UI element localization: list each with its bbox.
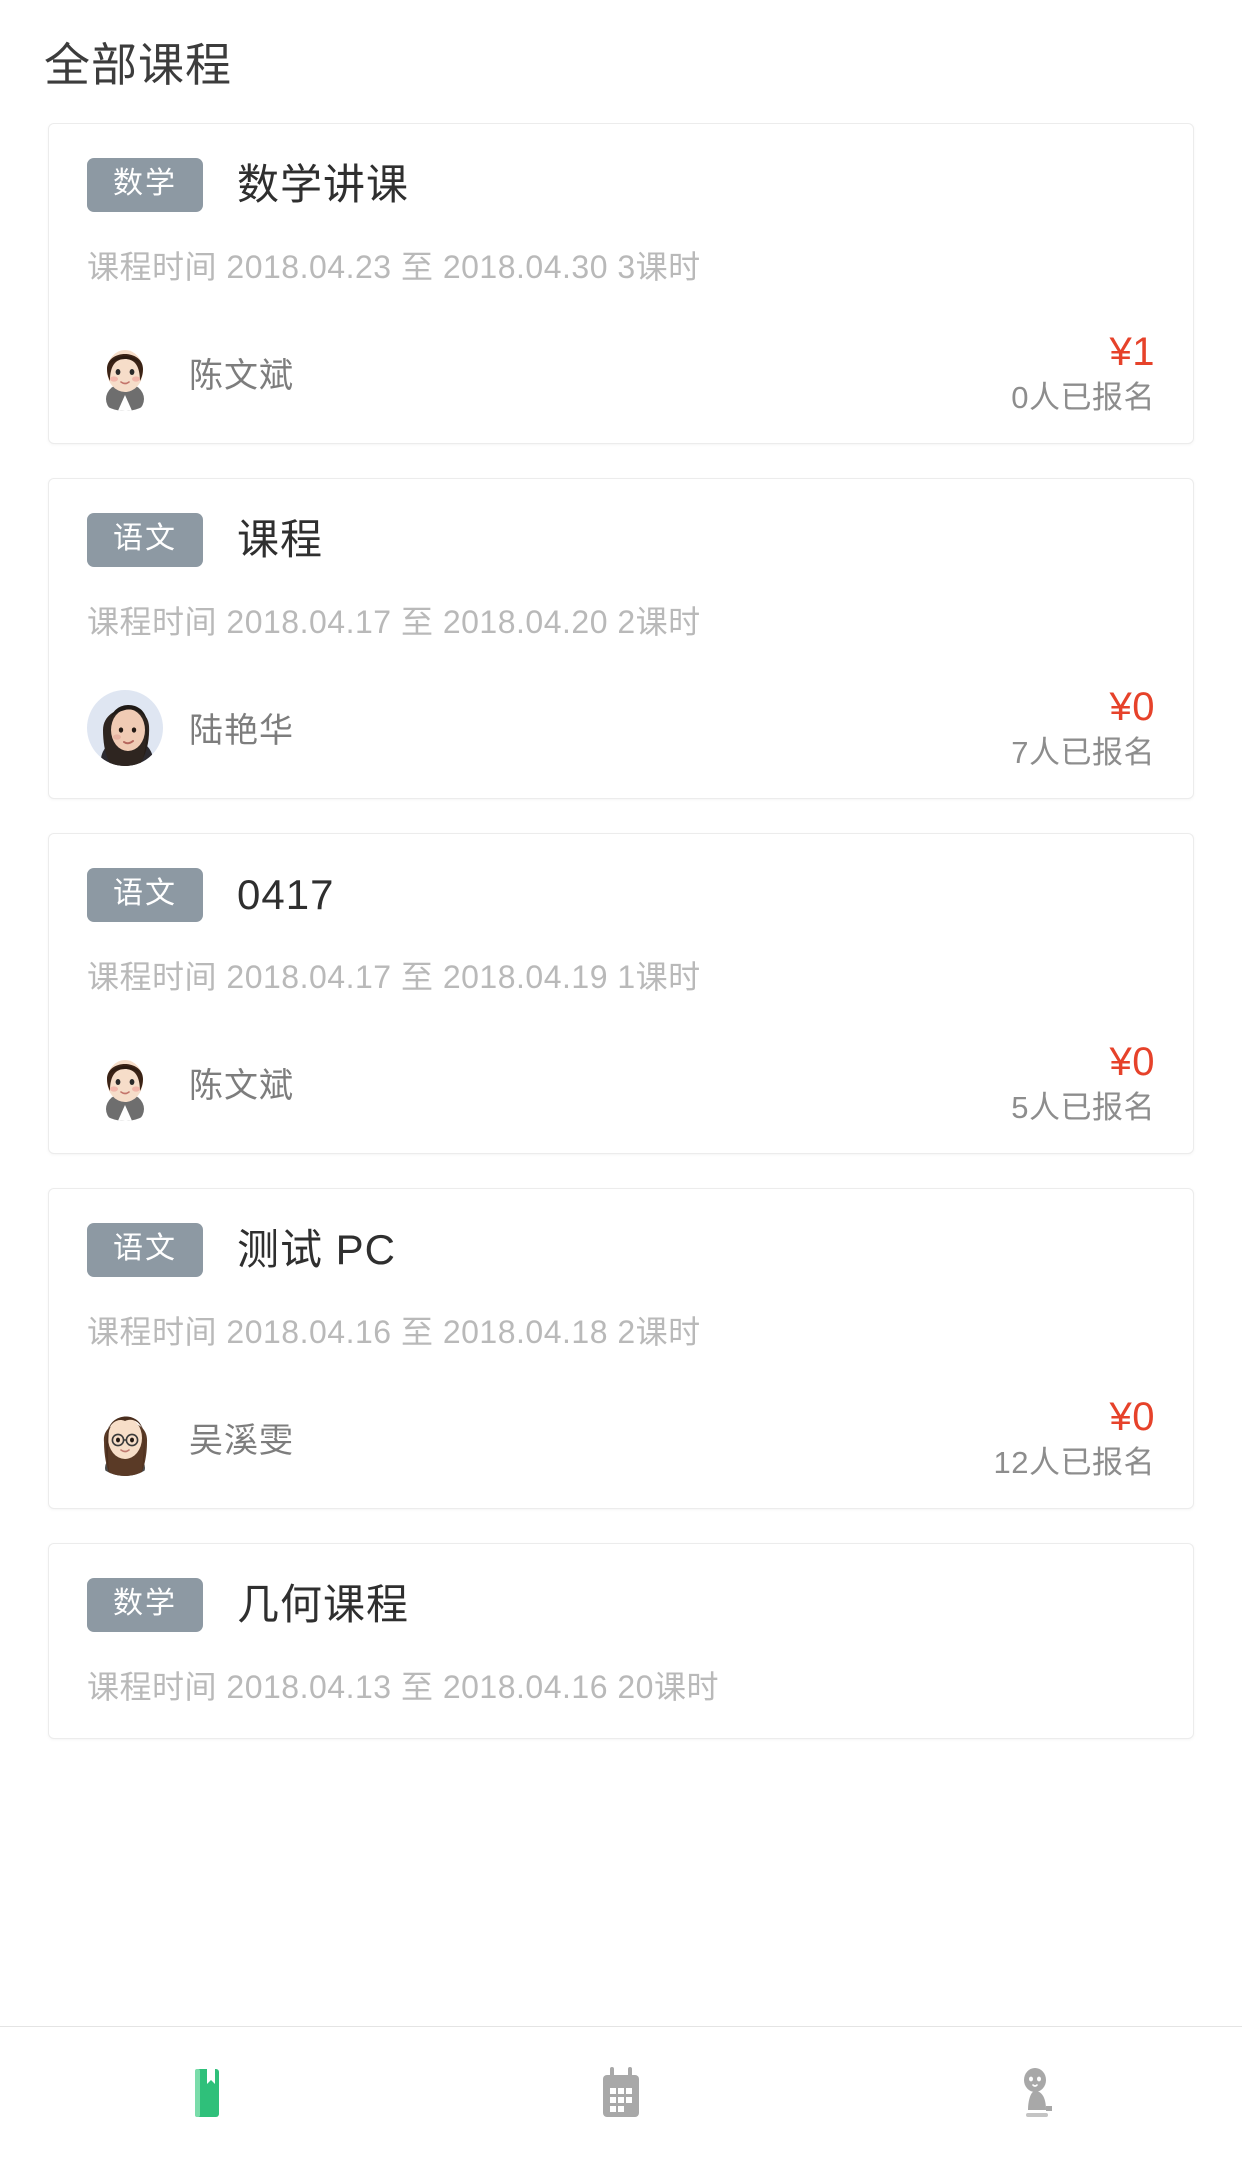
course-price: ¥1 xyxy=(1109,330,1155,375)
course-title: 测试 PC xyxy=(237,1227,397,1274)
course-card-footer: 陈文斌 ¥0 5人已报名 xyxy=(87,1042,1155,1123)
price-block: ¥0 7人已报名 xyxy=(1011,687,1155,768)
subject-tag: 数学 xyxy=(87,158,203,213)
course-card-footer: 陆艳华 ¥0 7人已报名 xyxy=(87,687,1155,768)
course-title: 0417 xyxy=(237,872,335,919)
course-card-footer: 吴溪雯 ¥0 12人已报名 xyxy=(87,1397,1155,1478)
tab-courses[interactable] xyxy=(0,2027,414,2158)
course-card-header: 数学 几何课程 xyxy=(87,1578,1155,1633)
course-time: 课程时间 2018.04.16 至 2018.04.18 2课时 xyxy=(87,1314,701,1351)
subject-tag: 语文 xyxy=(87,513,203,568)
enrolled-count: 5人已报名 xyxy=(1011,1090,1155,1126)
page-title: 全部课程 xyxy=(44,39,232,91)
cartoon-bob-hair-avatar xyxy=(87,335,163,411)
course-price: ¥0 xyxy=(1109,1040,1155,1085)
teacher-name: 陆艳华 xyxy=(189,712,294,751)
course-time: 课程时间 2018.04.17 至 2018.04.19 1课时 xyxy=(87,959,701,996)
cartoon-long-hair-glasses-avatar xyxy=(87,1400,163,1476)
photo-portrait-avatar xyxy=(87,689,163,766)
course-time: 课程时间 2018.04.17 至 2018.04.20 2课时 xyxy=(87,604,701,641)
price-block: ¥1 0人已报名 xyxy=(1011,332,1155,413)
course-card-header: 语文 测试 PC xyxy=(87,1223,1155,1278)
teacher-name: 陈文斌 xyxy=(189,1067,294,1106)
cartoon-bob-hair-avatar xyxy=(87,1045,163,1121)
bottom-tab-bar xyxy=(0,2026,1242,2158)
course-price: ¥0 xyxy=(1109,1395,1155,1440)
teacher-name: 吴溪雯 xyxy=(189,1422,294,1461)
enrolled-count: 12人已报名 xyxy=(993,1445,1155,1481)
course-time: 课程时间 2018.04.13 至 2018.04.16 20课时 xyxy=(87,1669,719,1706)
teacher-name: 陈文斌 xyxy=(189,357,294,396)
enrolled-count: 0人已报名 xyxy=(1011,380,1155,416)
course-card-header: 语文 0417 xyxy=(87,868,1155,923)
course-card-header: 语文 课程 xyxy=(87,513,1155,568)
teacher-info: 吴溪雯 xyxy=(87,1400,294,1476)
course-card[interactable]: 数学 数学讲课 课程时间 2018.04.23 至 2018.04.30 3课时 xyxy=(48,123,1194,445)
course-card-header: 数学 数学讲课 xyxy=(87,158,1155,213)
course-card[interactable]: 数学 几何课程 课程时间 2018.04.13 至 2018.04.16 20课… xyxy=(48,1543,1194,1740)
price-block: ¥0 12人已报名 xyxy=(994,1397,1155,1478)
subject-tag: 语文 xyxy=(87,868,203,923)
course-title: 几何课程 xyxy=(237,1582,410,1629)
teacher-info: 陈文斌 xyxy=(87,1045,294,1121)
course-card[interactable]: 语文 课程 课程时间 2018.04.17 至 2018.04.20 2课时 陆… xyxy=(48,478,1194,800)
enrolled-count: 7人已报名 xyxy=(1011,735,1155,771)
course-time: 课程时间 2018.04.23 至 2018.04.30 3课时 xyxy=(87,249,701,286)
tab-profile[interactable] xyxy=(828,2027,1242,2158)
person-icon xyxy=(1004,2062,1066,2124)
course-card-footer: 陈文斌 ¥1 0人已报名 xyxy=(87,332,1155,413)
calendar-icon xyxy=(590,2062,652,2124)
course-title: 数学讲课 xyxy=(237,162,410,209)
teacher-info: 陆艳华 xyxy=(87,689,294,766)
book-icon xyxy=(176,2062,238,2124)
teacher-info: 陈文斌 xyxy=(87,335,294,411)
price-block: ¥0 5人已报名 xyxy=(1011,1042,1155,1123)
course-card[interactable]: 语文 测试 PC 课程时间 2018.04.16 至 2018.04.18 2课… xyxy=(48,1188,1194,1510)
tab-schedule[interactable] xyxy=(414,2027,828,2158)
course-title: 课程 xyxy=(237,517,324,564)
subject-tag: 语文 xyxy=(87,1223,203,1278)
app-screen: 全部课程 数学 数学讲课 课程时间 2018.04.23 至 2018.04.3… xyxy=(0,0,1242,2158)
subject-tag: 数学 xyxy=(87,1578,203,1633)
course-card[interactable]: 语文 0417 课程时间 2018.04.17 至 2018.04.19 1课时 xyxy=(48,833,1194,1155)
course-list[interactable]: 数学 数学讲课 课程时间 2018.04.23 至 2018.04.30 3课时 xyxy=(0,123,1242,2026)
course-price: ¥0 xyxy=(1109,685,1155,730)
